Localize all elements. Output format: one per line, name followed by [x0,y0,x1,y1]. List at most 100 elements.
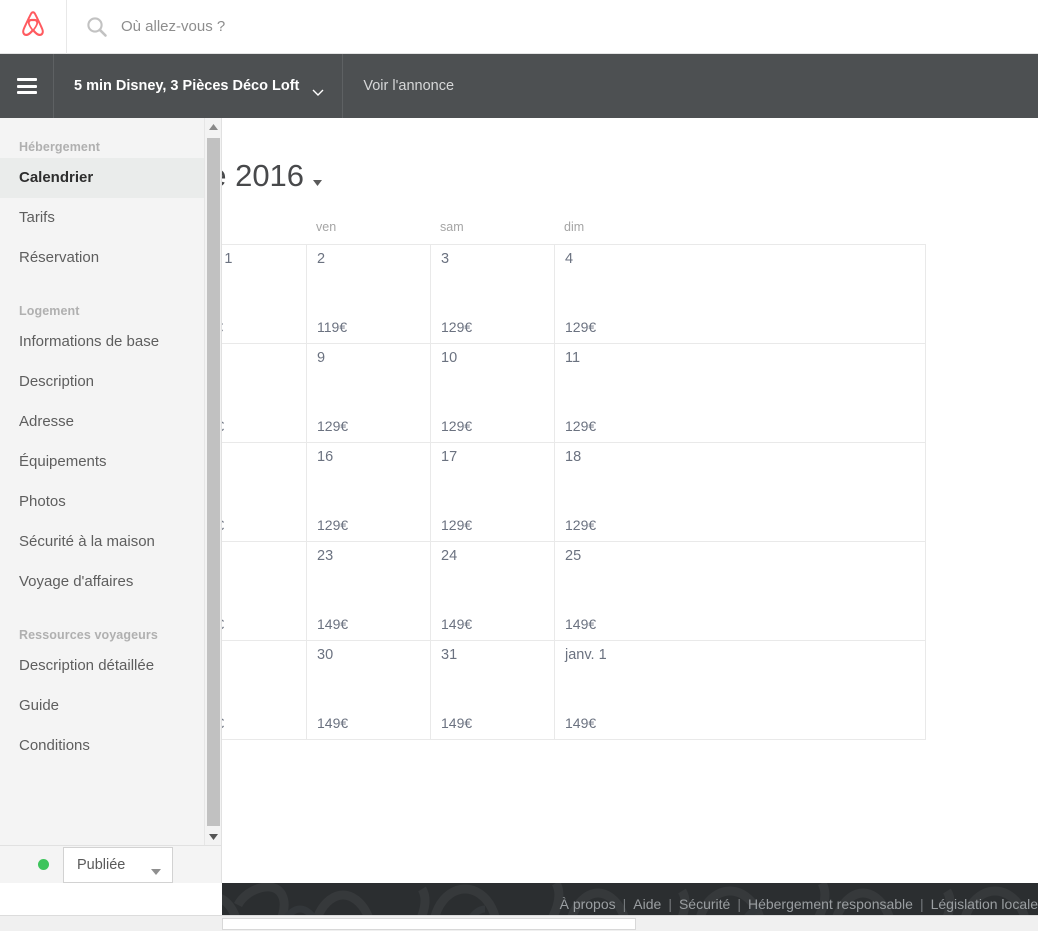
sidebar-divider-1 [0,278,221,300]
sidebar-scroll-area: Hébergement Calendrier Tarifs Réservatio… [0,118,221,845]
day-price: 149€ [317,715,349,731]
listing-toolbar: 5 min Disney, 3 Pièces Déco Loft Voir l'… [0,54,1038,118]
day-number: 11 [565,350,581,366]
calendar-day-cell[interactable]: 16 129€ [307,443,431,541]
footer-link-hebergement-responsable[interactable]: Hébergement responsable [748,896,913,912]
scroll-up-arrow-icon[interactable] [205,118,221,135]
day-price: 149€ [565,616,597,632]
day-number: 9 [317,350,326,366]
view-listing-link[interactable]: Voir l'annonce [343,54,474,118]
sidebar-scrollbar[interactable] [204,118,221,845]
day-number: 4 [565,251,574,267]
day-price: 149€ [441,616,473,632]
day-price: 129€ [565,418,597,434]
calendar-day-cell[interactable]: 24 149€ [431,542,555,640]
listing-selector[interactable]: 5 min Disney, 3 Pièces Déco Loft [54,54,344,118]
top-search-bar [0,0,1038,54]
day-number: 31 [441,647,458,663]
weekday-label: sam [440,220,464,234]
airbnb-belo-logo-icon [18,8,48,45]
sidebar-item-equipements[interactable]: Équipements [0,442,221,482]
footer-separator: | [737,895,741,912]
scroll-down-arrow-icon[interactable] [205,828,221,845]
sidebar: Hébergement Calendrier Tarifs Réservatio… [0,118,222,883]
day-price: 149€ [441,715,473,731]
airbnb-logo-cell[interactable] [0,0,67,54]
footer-link-securite[interactable]: Sécurité [679,896,730,912]
calendar-day-cell[interactable]: 9 129€ [307,344,431,442]
search-input[interactable] [121,11,521,42]
calendar-day-cell[interactable]: 18 129€ [555,443,679,541]
day-price: 129€ [565,319,597,335]
footer-link-legislation-locale[interactable]: Législation locale [931,896,1038,912]
sidebar-item-guide[interactable]: Guide [0,686,221,726]
chevron-down-icon [151,862,161,875]
sidebar-group-title-hebergement: Hébergement [19,140,100,154]
hamburger-icon [16,78,37,94]
footer-link-aide[interactable]: Aide [633,896,661,912]
day-number: 10 [441,350,458,366]
footer-separator: | [622,895,627,912]
sidebar-item-tarifs[interactable]: Tarifs [0,198,221,238]
sidebar-divider-2 [0,602,221,624]
sidebar-scrollbar-thumb[interactable] [207,138,220,826]
calendar-day-cell[interactable]: 3 129€ [431,245,555,343]
calendar-day-cell[interactable]: 25 149€ [555,542,679,640]
day-number: 2 [317,251,326,267]
horizontal-scrollbar[interactable] [0,915,1038,931]
day-price: 129€ [441,418,473,434]
status-indicator-dot [38,859,49,870]
sidebar-item-photos[interactable]: Photos [0,482,221,522]
footer-separator: | [919,895,924,912]
calendar-day-cell[interactable]: 10 129€ [431,344,555,442]
weekday-label: dim [564,220,585,234]
calendar-day-cell[interactable]: janv. 1 149€ [555,641,679,739]
day-number: janv. 1 [565,647,607,663]
day-price: 119€ [317,319,348,335]
search-icon [85,15,109,39]
day-number: 3 [441,251,450,267]
sidebar-item-calendrier[interactable]: Calendrier [0,158,221,198]
listing-status-value: Publiée [77,856,126,873]
day-price: 129€ [441,319,473,335]
weekday-label: ven [316,220,337,234]
sidebar-item-reservation[interactable]: Réservation [0,238,221,278]
sidebar-item-securite-a-la-maison[interactable]: Sécurité à la maison [0,522,221,562]
sidebar-group-title-logement: Logement [19,304,80,318]
horizontal-scrollbar-thumb[interactable] [222,918,636,930]
sidebar-item-conditions[interactable]: Conditions [0,726,221,766]
footer-separator: | [668,895,672,912]
day-number: 30 [317,647,334,663]
listing-status-select[interactable]: Publiée [63,846,173,883]
calendar-day-cell[interactable]: 31 149€ [431,641,555,739]
sidebar-item-description[interactable]: Description [0,362,221,402]
day-number: 23 [317,548,334,564]
day-number: 17 [441,449,458,465]
day-number: 18 [565,449,582,465]
day-price: 129€ [441,517,473,533]
listing-name: 5 min Disney, 3 Pièces Déco Loft [74,78,300,94]
calendar-day-cell[interactable]: 30 149€ [307,641,431,739]
day-price: 129€ [317,517,349,533]
day-price: 149€ [565,715,597,731]
sidebar-item-voyage-daffaires[interactable]: Voyage d'affaires [0,562,221,602]
sidebar-group-title-ressources-voyageurs: Ressources voyageurs [19,628,158,642]
calendar-day-cell[interactable]: 4 129€ [555,245,679,343]
search-bar[interactable] [67,0,1038,54]
calendar-day-cell[interactable]: 17 129€ [431,443,555,541]
day-number: 25 [565,548,582,564]
day-price: 129€ [565,517,597,533]
calendar-day-cell[interactable]: 11 129€ [555,344,679,442]
sidebar-item-description-detaillee[interactable]: Description détaillée [0,646,221,686]
hamburger-menu-button[interactable] [0,54,54,118]
day-number: 24 [441,548,458,564]
sidebar-item-adresse[interactable]: Adresse [0,402,221,442]
sidebar-item-informations-de-base[interactable]: Informations de base [0,322,221,362]
chevron-down-icon [312,83,324,96]
listing-status-bar: Publiée [0,846,221,883]
day-number: 16 [317,449,334,465]
calendar-day-cell[interactable]: 23 149€ [307,542,431,640]
calendar-day-cell[interactable]: 2 119€ [307,245,431,343]
day-price: 129€ [317,418,349,434]
footer-link-a-propos[interactable]: À propos [560,896,616,912]
